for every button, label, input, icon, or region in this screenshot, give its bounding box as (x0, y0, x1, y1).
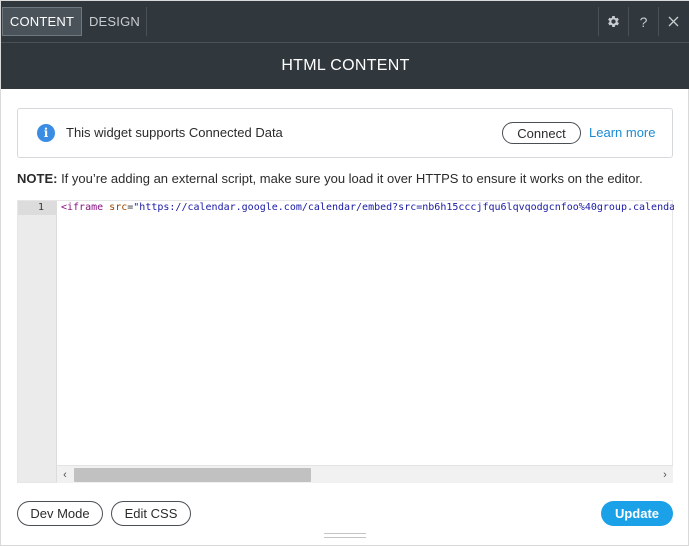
code-token-tag: <iframe (61, 202, 104, 213)
learn-more-link[interactable]: Learn more (589, 125, 655, 140)
tab-content[interactable]: CONTENT (2, 7, 82, 36)
scroll-right-icon[interactable]: › (658, 468, 672, 482)
code-line[interactable]: <iframe src="https://calendar.google.com… (61, 202, 674, 216)
settings-button[interactable] (598, 7, 628, 36)
scroll-thumb[interactable] (74, 468, 311, 482)
dialog-title: HTML CONTENT (1, 43, 689, 89)
close-button[interactable] (658, 7, 688, 36)
code-token-attribute: src (103, 202, 128, 213)
edit-css-button[interactable]: Edit CSS (111, 501, 191, 526)
tab-bar: CONTENT DESIGN ? (1, 1, 689, 43)
note-label: NOTE: (17, 171, 58, 186)
banner-text: This widget supports Connected Data (66, 125, 283, 140)
line-number: 1 (37, 202, 44, 213)
update-button[interactable]: Update (601, 501, 673, 526)
info-icon: i (37, 124, 55, 142)
tab-design[interactable]: DESIGN (83, 7, 147, 36)
line-number-gutter: 1 (18, 201, 57, 482)
https-note: NOTE: If you’re adding an external scrip… (17, 171, 643, 186)
dev-mode-button[interactable]: Dev Mode (17, 501, 103, 526)
html-content-dialog: CONTENT DESIGN ? HTML CONTENT i This wid… (0, 0, 689, 546)
connect-button[interactable]: Connect (502, 122, 581, 144)
connected-data-banner: i This widget supports Connected Data Co… (17, 108, 673, 158)
code-editor[interactable]: 1 <iframe src="https://calendar.google.c… (17, 200, 674, 483)
resize-handle[interactable] (324, 533, 366, 538)
close-icon (668, 16, 679, 27)
note-text: If you’re adding an external script, mak… (57, 171, 643, 186)
horizontal-scrollbar[interactable]: ‹ › (57, 465, 673, 483)
gear-icon (608, 16, 619, 27)
scroll-left-icon[interactable]: ‹ (58, 468, 72, 482)
code-token-string: "https://calendar.google.com/calendar/em… (133, 202, 674, 213)
help-button[interactable]: ? (628, 7, 658, 36)
